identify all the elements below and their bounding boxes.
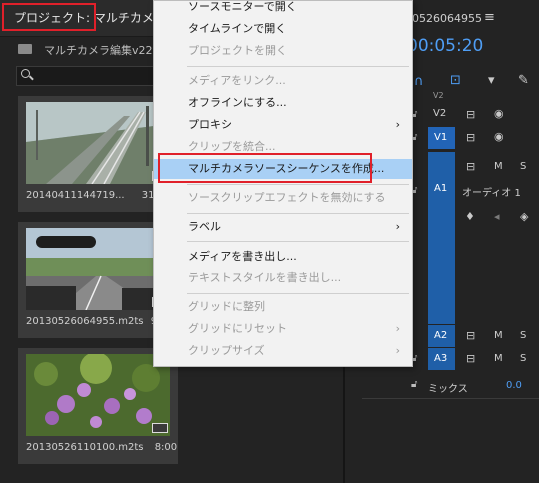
keyframe-add-icon[interactable]: ♦ bbox=[465, 210, 475, 223]
panel-menu-icon[interactable]: ≡ bbox=[484, 10, 495, 25]
clip-duration: 8:00 bbox=[154, 442, 178, 453]
track-label-a2[interactable]: A2 bbox=[434, 330, 447, 341]
eye-icon[interactable]: ◉ bbox=[494, 107, 504, 120]
merged-clip-badge-icon bbox=[152, 423, 168, 433]
clip-label: 20130526064955.m2ts 9 bbox=[26, 316, 157, 327]
menu-item-clip-size[interactable]: クリップサイズ › bbox=[154, 341, 412, 361]
clip-thumbnail-railway bbox=[26, 102, 170, 184]
lock-icon[interactable]: 🔓︎ bbox=[411, 379, 417, 390]
solo-button[interactable]: S bbox=[520, 161, 526, 172]
menu-separator bbox=[187, 213, 409, 214]
context-menu: ソースモニターで開く タイムラインで開く プロジェクトを開く メディアをリンク.… bbox=[153, 0, 413, 367]
menu-item-proxy[interactable]: プロキシ › bbox=[154, 115, 412, 135]
prev-keyframe-icon[interactable]: ◂ bbox=[494, 210, 500, 223]
timeline-bottom-divider bbox=[362, 398, 539, 399]
clip-name: 20140411144719... bbox=[26, 190, 125, 201]
sync-lock-icon[interactable]: ⊟ bbox=[466, 329, 475, 342]
mute-button[interactable]: M bbox=[494, 353, 503, 364]
menu-item-highlight-box bbox=[158, 153, 372, 183]
menu-separator bbox=[187, 293, 409, 294]
clip-thumbnail-highway bbox=[26, 228, 170, 310]
menu-item-export-text-style[interactable]: テキストスタイルを書き出し... bbox=[154, 268, 412, 288]
clip-thumbnail-flowers bbox=[26, 354, 170, 436]
menu-separator bbox=[187, 241, 409, 242]
menu-item-reset-to-grid[interactable]: グリッドにリセット › bbox=[154, 319, 412, 339]
menu-item-open-in-source-monitor[interactable]: ソースモニターで開く bbox=[154, 0, 412, 17]
track-label-v1[interactable]: V1 bbox=[434, 132, 447, 143]
mix-volume-value[interactable]: 0.0 bbox=[506, 380, 522, 391]
add-marker-icon[interactable]: ▾ bbox=[488, 73, 495, 88]
menu-item-label[interactable]: ラベル › bbox=[154, 217, 412, 237]
submenu-arrow-icon: › bbox=[395, 118, 400, 131]
tab-highlight-box bbox=[2, 3, 96, 31]
clip-label: 20130526110100.m2ts 8:00 bbox=[26, 442, 177, 453]
track-a1-source[interactable] bbox=[428, 152, 455, 324]
menu-item-open-project[interactable]: プロジェクトを開く bbox=[154, 41, 412, 61]
solo-button[interactable]: S bbox=[520, 330, 526, 341]
next-keyframe-icon[interactable]: ◈ bbox=[520, 210, 528, 223]
menu-item-disable-source-clip-effects[interactable]: ソースクリップエフェクトを無効にする bbox=[154, 188, 412, 208]
track-name-a1: オーディオ 1 bbox=[462, 188, 521, 199]
linked-selection-icon[interactable]: ⊡ bbox=[450, 73, 461, 88]
timecode-display[interactable]: 00:05:20 bbox=[407, 36, 483, 56]
track-target-v2: V2 bbox=[433, 91, 444, 100]
menu-item-align-to-grid[interactable]: グリッドに整列 bbox=[154, 297, 412, 317]
track-label-a1[interactable]: A1 bbox=[434, 183, 447, 194]
clip-label: 20140411144719... 31 bbox=[26, 190, 155, 201]
sync-lock-icon[interactable]: ⊟ bbox=[466, 160, 475, 173]
clip-name: 20130526064955.m2ts bbox=[26, 316, 144, 327]
track-label-v2[interactable]: V2 bbox=[433, 108, 446, 119]
menu-separator bbox=[187, 66, 409, 67]
sequence-tab[interactable]: 30526064955 bbox=[405, 12, 482, 25]
mute-button[interactable]: M bbox=[494, 330, 503, 341]
sync-lock-icon[interactable]: ⊟ bbox=[466, 352, 475, 365]
sync-lock-icon[interactable]: ⊟ bbox=[466, 108, 475, 121]
menu-item-open-in-timeline[interactable]: タイムラインで開く bbox=[154, 19, 412, 39]
sync-lock-icon[interactable]: ⊟ bbox=[466, 131, 475, 144]
submenu-arrow-icon: › bbox=[395, 220, 400, 233]
submenu-arrow-icon: › bbox=[395, 322, 400, 335]
menu-item-make-offline[interactable]: オフラインにする... bbox=[154, 93, 412, 113]
menu-separator bbox=[187, 184, 409, 185]
bin-folder-icon bbox=[18, 44, 32, 54]
submenu-arrow-icon: › bbox=[395, 344, 400, 357]
track-label-a3[interactable]: A3 bbox=[434, 353, 447, 364]
menu-item-link-media[interactable]: メディアをリンク... bbox=[154, 71, 412, 91]
snap-icon[interactable]: ∩ bbox=[414, 74, 424, 89]
bin-name: マルチカメラ編集v22.p bbox=[44, 44, 163, 57]
eye-icon[interactable]: ◉ bbox=[494, 130, 504, 143]
solo-button[interactable]: S bbox=[520, 353, 526, 364]
menu-item-export-media[interactable]: メディアを書き出し... bbox=[154, 247, 412, 267]
mix-label: ミックス bbox=[428, 384, 468, 395]
wrench-icon[interactable]: ✎ bbox=[518, 73, 529, 88]
clip-name: 20130526110100.m2ts bbox=[26, 442, 144, 453]
mute-button[interactable]: M bbox=[494, 161, 503, 172]
